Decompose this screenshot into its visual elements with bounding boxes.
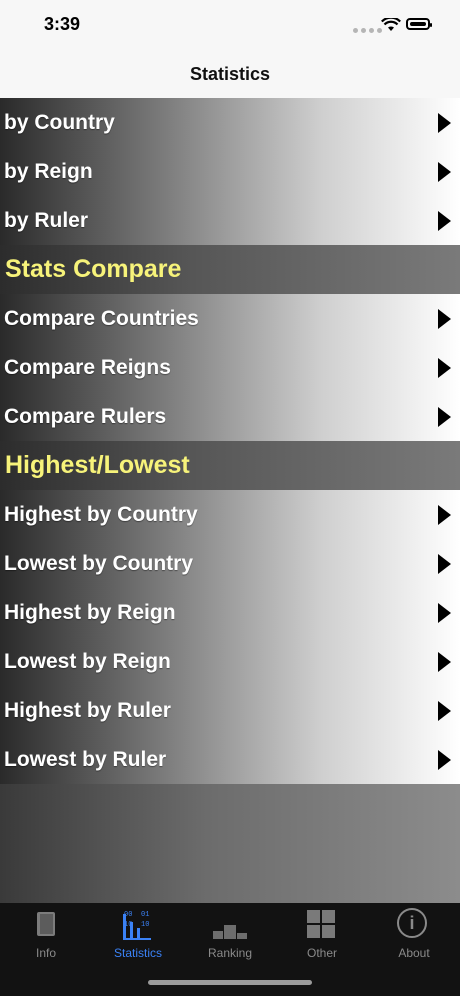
chevron-right-icon bbox=[438, 749, 451, 770]
svg-text:10: 10 bbox=[141, 921, 149, 929]
tab-label: Ranking bbox=[207, 946, 253, 960]
tab-label: About bbox=[398, 946, 430, 960]
tab-statistics[interactable]: 00 01 10 10 Statistics bbox=[92, 903, 184, 963]
tab-label: Other bbox=[306, 946, 337, 960]
list-item-label: by Country bbox=[4, 110, 115, 134]
list-item-compare-rulers[interactable]: Compare Rulers bbox=[0, 392, 460, 441]
home-indicator bbox=[148, 980, 312, 985]
list-item-compare-countries[interactable]: Compare Countries bbox=[0, 294, 460, 343]
list-item-lowest-by-reign[interactable]: Lowest by Reign bbox=[0, 637, 460, 686]
list-item-label: Highest by Reign bbox=[4, 600, 176, 624]
chevron-right-icon bbox=[438, 210, 451, 231]
list-item-compare-reigns[interactable]: Compare Reigns bbox=[0, 343, 460, 392]
chevron-right-icon bbox=[438, 357, 451, 378]
list-item-highest-by-ruler[interactable]: Highest by Ruler bbox=[0, 686, 460, 735]
status-bar: 3:39 bbox=[0, 0, 460, 50]
section-header-highest-lowest: Highest/Lowest bbox=[0, 441, 460, 490]
tab-ranking[interactable]: Ranking bbox=[184, 903, 276, 963]
chevron-right-icon bbox=[438, 700, 451, 721]
list-item-label: Compare Rulers bbox=[4, 404, 167, 428]
tab-label: Info bbox=[35, 946, 56, 960]
navigation-bar: Statistics bbox=[0, 50, 460, 99]
svg-text:01: 01 bbox=[141, 911, 149, 919]
grid-icon bbox=[305, 908, 339, 942]
list-item-label: Highest by Ruler bbox=[4, 698, 171, 722]
battery-icon bbox=[406, 18, 432, 30]
chevron-right-icon bbox=[438, 406, 451, 427]
svg-text:00: 00 bbox=[124, 911, 132, 919]
status-time: 3:39 bbox=[44, 14, 81, 34]
list-item-label: Highest by Country bbox=[4, 502, 198, 526]
wifi-icon bbox=[381, 18, 401, 31]
list-item-lowest-by-country[interactable]: Lowest by Country bbox=[0, 539, 460, 588]
list-item-by-ruler[interactable]: by Ruler bbox=[0, 196, 460, 245]
info-icon: i bbox=[397, 908, 431, 942]
list-item-label: by Ruler bbox=[4, 208, 89, 232]
list-item-label: Compare Reigns bbox=[4, 355, 171, 379]
chevron-right-icon bbox=[438, 602, 451, 623]
list-item-label: Compare Countries bbox=[4, 306, 199, 330]
statistics-icon: 00 01 10 10 bbox=[123, 911, 151, 940]
list-item-label: Lowest by Reign bbox=[4, 649, 171, 673]
chevron-right-icon bbox=[438, 308, 451, 329]
chevron-right-icon bbox=[438, 161, 451, 182]
list-item-highest-by-reign[interactable]: Highest by Reign bbox=[0, 588, 460, 637]
tab-about[interactable]: i About bbox=[368, 903, 460, 963]
list-item-label: by Reign bbox=[4, 159, 93, 183]
chevron-right-icon bbox=[438, 553, 451, 574]
section-header-stats-compare: Stats Compare bbox=[0, 245, 460, 294]
statistics-list: by Country by Reign by Ruler Stats Compa… bbox=[0, 98, 460, 784]
list-item-by-reign[interactable]: by Reign bbox=[0, 147, 460, 196]
chevron-right-icon bbox=[438, 504, 451, 525]
tab-info[interactable]: Info bbox=[0, 903, 92, 963]
list-item-highest-by-country[interactable]: Highest by Country bbox=[0, 490, 460, 539]
chevron-right-icon bbox=[438, 112, 451, 133]
section-label: Stats Compare bbox=[5, 255, 182, 283]
chevron-right-icon bbox=[438, 651, 451, 672]
list-item-by-country[interactable]: by Country bbox=[0, 98, 460, 147]
tab-other[interactable]: Other bbox=[276, 903, 368, 963]
svg-text:10: 10 bbox=[124, 921, 132, 929]
list-item-label: Lowest by Country bbox=[4, 551, 194, 575]
podium-icon bbox=[213, 908, 247, 942]
cellular-signal-icon bbox=[353, 28, 382, 33]
list-item-lowest-by-ruler[interactable]: Lowest by Ruler bbox=[0, 735, 460, 784]
tab-label: Statistics bbox=[113, 946, 162, 960]
book-icon bbox=[29, 908, 63, 942]
list-item-label: Lowest by Ruler bbox=[4, 747, 167, 771]
page-title: Statistics bbox=[189, 63, 271, 84]
section-label: Highest/Lowest bbox=[5, 451, 190, 479]
